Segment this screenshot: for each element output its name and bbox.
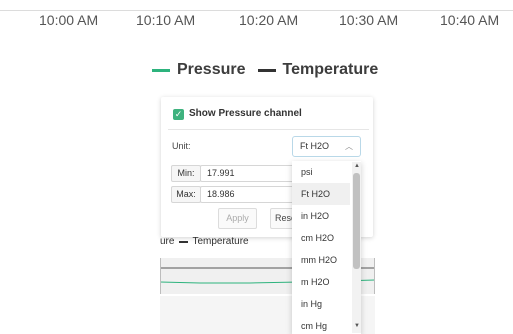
legend-label: Temperature — [282, 61, 379, 78]
temperature-swatch — [257, 68, 276, 72]
unit-option[interactable]: cm Hg — [292, 315, 350, 334]
legend-item-pressure[interactable]: Pressure — [152, 61, 246, 79]
small-chart-legend: ure Temperature — [160, 236, 249, 247]
legend-label-partial: ure — [160, 236, 175, 247]
unit-option[interactable]: mm H2O — [292, 249, 350, 271]
time-tick: 10:10 AM — [136, 12, 196, 28]
temperature-swatch — [179, 240, 189, 243]
time-tick: 10:00 AM — [39, 12, 99, 28]
time-tick: 10:40 AM — [440, 12, 500, 28]
min-label: Min: — [171, 165, 201, 182]
scrollbar-thumb[interactable] — [353, 173, 360, 269]
legend-label: Pressure — [177, 61, 246, 78]
legend-label: Temperature — [192, 236, 249, 247]
scroll-up-arrow-icon[interactable]: ▲ — [354, 163, 360, 169]
unit-dropdown-list: psi Ft H2O in H2O cm H2O mm H2O m H2O in… — [292, 161, 361, 334]
max-input[interactable]: 18.986 — [200, 186, 295, 203]
show-pressure-checkbox[interactable]: ✓ — [173, 109, 184, 120]
unit-label: Unit: — [172, 141, 191, 151]
reset-button[interactable]: Rese — [270, 208, 294, 229]
unit-option[interactable]: in H2O — [292, 205, 350, 227]
chart-edge — [374, 258, 375, 294]
chart-legend: Pressure Temperature — [152, 58, 390, 82]
scroll-down-arrow-icon[interactable]: ▼ — [354, 323, 360, 329]
panel-divider — [168, 129, 369, 130]
time-axis-line — [0, 10, 513, 11]
unit-select[interactable]: Ft H2O ︿ — [292, 136, 361, 157]
time-tick: 10:30 AM — [339, 12, 399, 28]
unit-option[interactable]: m H2O — [292, 271, 350, 293]
min-input[interactable]: 17.991 — [200, 165, 295, 182]
show-pressure-label[interactable]: Show Pressure channel — [189, 108, 302, 119]
unit-option-selected[interactable]: Ft H2O — [292, 183, 350, 205]
chevron-up-icon: ︿ — [345, 142, 353, 151]
time-tick: 10:20 AM — [239, 12, 299, 28]
unit-select-value: Ft H2O — [300, 141, 330, 151]
apply-button[interactable]: Apply — [218, 208, 257, 229]
legend-item-temperature[interactable]: Temperature — [257, 61, 379, 79]
unit-option[interactable]: in Hg — [292, 293, 350, 315]
unit-option[interactable]: psi — [292, 161, 350, 183]
chart-edge — [160, 258, 161, 294]
max-label: Max: — [171, 186, 201, 203]
pressure-swatch — [152, 68, 170, 72]
unit-option[interactable]: cm H2O — [292, 227, 350, 249]
